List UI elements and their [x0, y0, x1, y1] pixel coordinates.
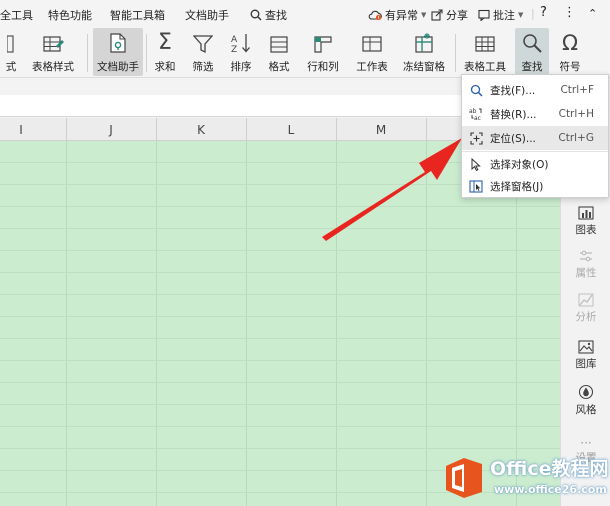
goto-target-icon	[469, 131, 483, 145]
find-dropdown-menu: 查找(F)... Ctrl+F ab ac 替换(R)... Ctrl+H 定位(…	[461, 74, 609, 198]
watermark-url: www.office26.com	[494, 483, 607, 496]
menu-item-shortcut: Ctrl+G	[558, 132, 594, 144]
menu-item-select-objects[interactable]: 选择对象(O)	[462, 152, 608, 176]
watermark: Office教程网 www.office26.com	[440, 450, 610, 506]
menu-item-label: 选择对象(O)	[490, 158, 549, 171]
svg-text:ac: ac	[474, 115, 481, 121]
menu-item-shortcut: Ctrl+F	[560, 84, 594, 96]
menu-item-goto[interactable]: 定位(S)... Ctrl+G	[462, 126, 608, 150]
cursor-arrow-icon	[471, 157, 481, 171]
watermark-title: Office教程网	[490, 458, 609, 480]
menu-item-selection-pane[interactable]: 选择窗格(J)	[462, 174, 608, 198]
menu-item-label: 选择窗格(J)	[490, 180, 544, 193]
office-logo-icon	[446, 458, 482, 498]
menu-item-find[interactable]: 查找(F)... Ctrl+F	[462, 78, 608, 102]
menu-item-label: 查找(F)...	[490, 84, 536, 97]
replace-icon: abac	[469, 108, 482, 121]
menu-item-replace[interactable]: ab ac 替换(R)... Ctrl+H	[462, 102, 608, 126]
search-icon	[470, 84, 483, 97]
svg-text:ab: ab	[469, 108, 477, 115]
selection-pane-icon	[469, 179, 483, 193]
menu-item-shortcut: Ctrl+H	[558, 108, 594, 120]
menu-item-label: 定位(S)...	[490, 132, 536, 145]
menu-item-label: 替换(R)...	[490, 108, 537, 121]
